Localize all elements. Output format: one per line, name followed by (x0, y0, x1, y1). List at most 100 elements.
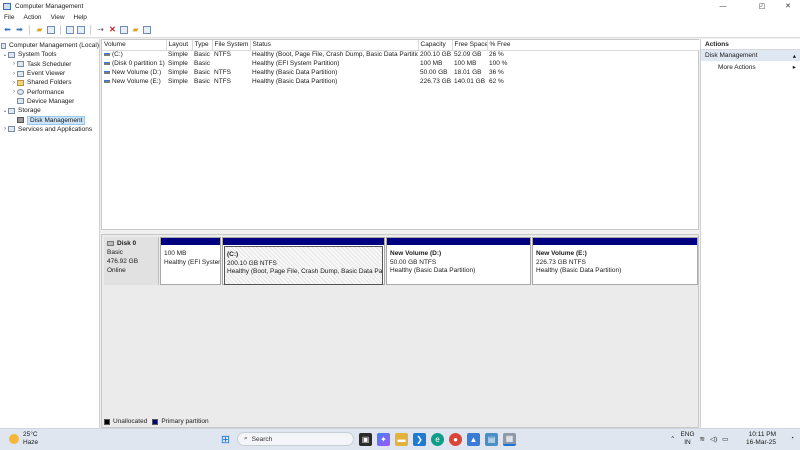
edge-icon[interactable]: e (431, 432, 444, 446)
computer-management-taskbar-icon[interactable]: ▦ (503, 432, 516, 446)
menu-view[interactable]: View (51, 14, 65, 21)
copilot-icon[interactable]: ✦ (377, 432, 390, 446)
column-header-layout[interactable]: Layout (166, 40, 193, 51)
disk-map: Disk 0 Basic 476.92 GB Online 100 MB Hea… (101, 234, 699, 428)
collapse-icon[interactable]: ▴ (793, 52, 796, 60)
maximize-button[interactable]: ◰ (750, 0, 774, 12)
chevron-right-icon: ▸ (792, 64, 796, 71)
partition-size: 226.73 GB NTFS (536, 258, 586, 266)
menu-bar: File Action View Help (0, 12, 800, 23)
volume-layout: Simple (168, 51, 188, 59)
partition-efi[interactable]: 100 MB Healthy (EFI System (160, 237, 221, 285)
taskbar: 25°C Haze ⊞ ⌕ Search ▣ ✦ ▬ ❯ e ● ▲ ▤ ▦ ⌃… (0, 428, 800, 450)
minimize-button[interactable]: — (711, 0, 735, 12)
table-row[interactable]: New Volume (E:) Simple Basic NTFS Health… (102, 77, 700, 86)
tree-item-storage[interactable]: ⌄ Storage (0, 106, 99, 115)
volume-name: New Volume (D:) (102, 68, 166, 77)
up-folder-icon[interactable]: ▰ (35, 26, 44, 35)
show-hide-tree-icon[interactable] (47, 26, 55, 34)
forward-icon[interactable]: ➡ (15, 26, 24, 35)
help-icon[interactable] (66, 26, 74, 34)
start-icon[interactable]: ⊞ (219, 433, 232, 446)
tree-root-label: Computer Management (Local) (9, 42, 99, 50)
clock[interactable]: 10:11 PM 16-Mar-25 (746, 431, 776, 447)
task-view-icon[interactable]: ▣ (359, 432, 372, 446)
volume-capacity: 100 MB (420, 60, 443, 67)
volume-name: New Volume (E:) (102, 77, 166, 86)
column-header-status[interactable]: Status (250, 40, 419, 51)
tree-root[interactable]: Computer Management (Local) (0, 41, 99, 50)
more-actions-item[interactable]: More Actions ▸ (701, 61, 800, 73)
export-list-icon[interactable] (143, 26, 151, 34)
menu-action[interactable]: Action (23, 14, 41, 21)
tree-item-performance[interactable]: › Performance (0, 87, 99, 96)
chrome-icon[interactable]: ● (449, 432, 462, 446)
taskbar-search[interactable]: ⌕ Search (237, 432, 354, 446)
disk-0-label[interactable]: Disk 0 Basic 476.92 GB Online (104, 237, 159, 285)
menu-help[interactable]: Help (74, 14, 87, 21)
tree-item-shared-folders[interactable]: › Shared Folders (0, 78, 99, 87)
file-explorer-icon[interactable]: ▬ (395, 432, 408, 446)
legend-unallocated-swatch (104, 418, 110, 425)
column-header-volume[interactable]: Volume (102, 40, 167, 51)
notification-bell-icon[interactable]: ◔ (790, 435, 794, 442)
more-actions-label: More Actions (718, 63, 756, 71)
volume-name-text: (Disk 0 partition 1) (112, 60, 165, 67)
vscode-icon[interactable]: ❯ (413, 432, 426, 446)
weather-temperature: 25°C (23, 431, 38, 438)
tree-item-event-viewer[interactable]: › Event Viewer (0, 69, 99, 78)
volume-file-system: NTFS (214, 78, 231, 85)
column-header-free-space[interactable]: Free Space (452, 40, 488, 51)
close-button[interactable]: ✕ (776, 0, 800, 12)
tree-item-services-and-applications[interactable]: › Services and Applications (0, 125, 99, 134)
menu-file[interactable]: File (4, 14, 14, 21)
photos-icon[interactable]: ▲ (467, 432, 480, 446)
toolbar-separator (60, 25, 61, 35)
open-folder-icon[interactable]: ▰ (131, 26, 140, 35)
delete-icon[interactable]: ✕ (108, 26, 117, 35)
weather-widget[interactable]: 25°C Haze (9, 431, 38, 447)
volume-icon[interactable]: ◁) (710, 435, 717, 443)
table-row[interactable]: (Disk 0 partition 1) Simple Basic Health… (102, 59, 700, 68)
properties-icon[interactable] (77, 26, 85, 34)
legend-primary-label: Primary partition (161, 418, 209, 425)
tree-item-disk-management[interactable]: Disk Management (0, 115, 99, 125)
connect-icon[interactable]: ⇢ (96, 26, 105, 35)
back-icon[interactable]: ⬅ (3, 26, 12, 35)
actions-pane: Actions Disk Management ▴ More Actions ▸ (700, 39, 800, 428)
tree-item-task-scheduler[interactable]: › Task Scheduler (0, 60, 99, 69)
language-indicator[interactable]: ENG IN (680, 431, 694, 447)
partition-status: Healthy (EFI System (164, 258, 220, 266)
column-header-file-system[interactable]: File System (212, 40, 251, 51)
console-tree: Computer Management (Local) ⌄ System Too… (0, 39, 100, 428)
clock-icon (17, 61, 24, 68)
store-icon[interactable]: ▤ (485, 432, 498, 446)
partition-d[interactable]: New Volume (D:) 50.00 GB NTFS Healthy (B… (386, 237, 531, 285)
volume-percent-free: 36 % (489, 69, 504, 76)
volume-name: (C:) (102, 50, 166, 59)
partition-c[interactable]: (C:) 200.10 GB NTFS Healthy (Boot, Page … (222, 237, 385, 285)
volume-name-text: (C:) (112, 51, 123, 59)
partition-e[interactable]: New Volume (E:) 226.73 GB NTFS Healthy (… (532, 237, 698, 285)
actions-section-label: Disk Management (705, 52, 758, 59)
tree-item-system-tools[interactable]: ⌄ System Tools (0, 50, 99, 59)
table-row[interactable]: (C:) Simple Basic NTFS Healthy (Boot, Pa… (102, 50, 700, 59)
battery-icon[interactable]: ▭ (722, 435, 728, 443)
actions-section-disk-management[interactable]: Disk Management ▴ (701, 50, 800, 61)
column-header-type[interactable]: Type (192, 40, 213, 51)
tree-item-label: Task Scheduler (27, 60, 72, 68)
table-row[interactable]: New Volume (D:) Simple Basic NTFS Health… (102, 68, 700, 77)
tree-item-device-manager[interactable]: Device Manager (0, 97, 99, 106)
disk-name: Disk 0 (107, 239, 155, 248)
legend-unallocated-label: Unallocated (113, 418, 148, 425)
chevron-up-icon[interactable]: ⌃ (670, 435, 675, 443)
wifi-icon[interactable]: ≋ (700, 435, 705, 443)
column-header-percent-free[interactable]: % Free (487, 40, 701, 51)
refresh-icon[interactable] (120, 26, 128, 34)
event-viewer-icon (17, 70, 24, 77)
volume-type: Basic (194, 78, 210, 85)
column-header-capacity[interactable]: Capacity (418, 40, 453, 51)
disk-management-icon (17, 117, 24, 124)
tree-item-label: System Tools (18, 51, 57, 59)
partition-color-bar (387, 238, 530, 245)
